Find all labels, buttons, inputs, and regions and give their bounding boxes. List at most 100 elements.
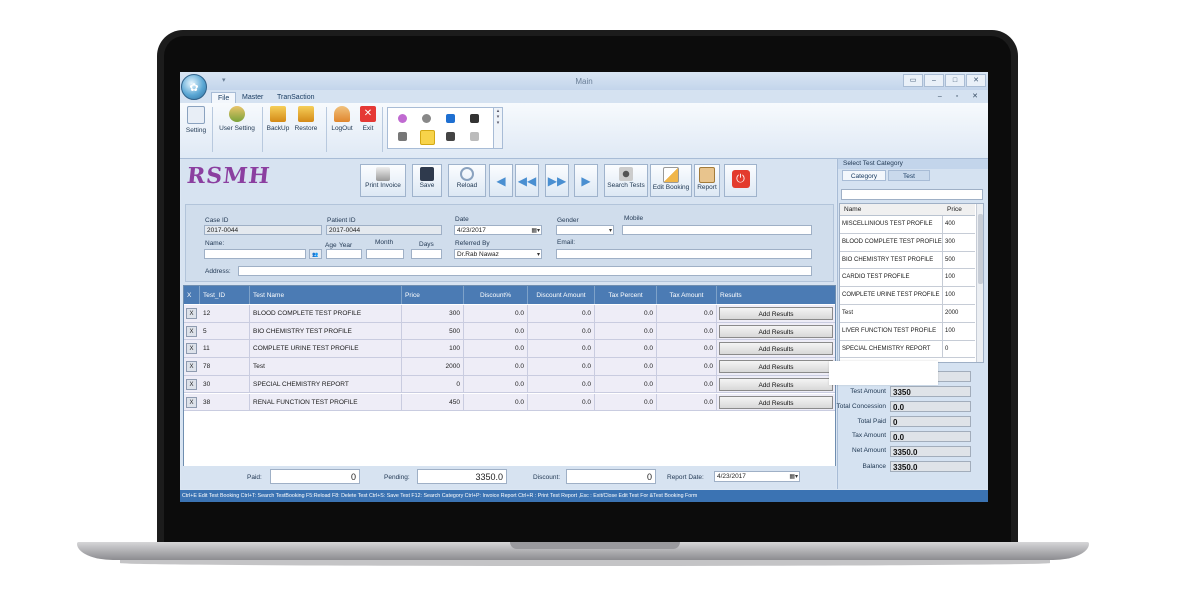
remove-row-button[interactable]: X	[186, 361, 197, 373]
reload-button[interactable]: Reload	[448, 164, 486, 197]
theme-swatch-icon[interactable]	[470, 114, 479, 123]
add-results-button[interactable]: Add Results	[719, 307, 833, 320]
category-header-name[interactable]: Name	[844, 204, 861, 215]
cell-disc-pct[interactable]: 0.0	[464, 358, 528, 376]
cell-disc-amt[interactable]: 0.0	[528, 340, 595, 358]
name-search-icon[interactable]: 👥	[309, 249, 322, 259]
grid-header-discount-pct[interactable]: Discount%	[464, 286, 528, 304]
category-list-item[interactable]: LIVER FUNCTION TEST PROFILE 100	[840, 322, 975, 341]
report-button[interactable]: Report	[694, 164, 720, 197]
tab-category[interactable]: Category	[842, 170, 886, 181]
cell-disc-pct[interactable]: 0.0	[464, 305, 528, 322]
cell-tax-pct[interactable]: 0.0	[595, 393, 657, 411]
remove-row-button[interactable]: X	[186, 396, 197, 408]
add-results-button[interactable]: Add Results	[719, 377, 833, 391]
cell-tax-amt[interactable]: 0.0	[657, 340, 717, 358]
discount-field[interactable]: 0	[566, 469, 656, 484]
next-record-icon[interactable]: ▶▶	[545, 164, 569, 197]
restore-button[interactable]: Restore	[292, 106, 320, 132]
paid-field[interactable]: 0	[270, 469, 360, 484]
previous-record-icon[interactable]: ◀◀	[515, 164, 539, 197]
mobile-field[interactable]	[622, 225, 812, 235]
gender-select[interactable]: ▾	[556, 225, 614, 235]
theme-swatch-icon[interactable]	[398, 132, 407, 141]
cell-price[interactable]: 100	[402, 340, 464, 358]
address-field[interactable]	[238, 266, 812, 276]
category-list-item[interactable]: CARDIO TEST PROFILE 100	[840, 269, 975, 288]
cell-tax-amt[interactable]: 0.0	[657, 322, 717, 340]
category-list-item[interactable]: BLOOD COMPLETE TEST PROFILE 300	[840, 233, 975, 252]
category-list-item[interactable]: SPECIAL CHEMISTRY REPORT 0	[840, 340, 975, 359]
mdi-controls[interactable]: – ▫ ✕	[938, 92, 984, 100]
table-row[interactable]: X 12 BLOOD COMPLETE TEST PROFILE 300 0.0 0.0 0…	[184, 305, 835, 323]
gallery-scroll[interactable]: ▴ ▾ ▾	[493, 107, 503, 149]
theme-swatch-icon[interactable]	[398, 114, 407, 123]
age-year-field[interactable]	[326, 249, 362, 259]
table-row[interactable]: X 30 SPECIAL CHEMISTRY REPORT 0 0.0 0.0 0.0 0.0…	[184, 375, 835, 394]
grid-header-test-name[interactable]: Test Name	[250, 286, 402, 304]
grid-header-discount-amount[interactable]: Discount Amount	[528, 286, 595, 304]
category-header-price[interactable]: Price	[947, 204, 962, 215]
tab-master[interactable]: Master	[236, 92, 269, 103]
save-button[interactable]: Save	[412, 164, 442, 197]
close-icon[interactable]: ✕	[966, 74, 986, 87]
calendar-icon[interactable]: ▦▾	[531, 226, 540, 236]
add-results-button[interactable]: Add Results	[719, 395, 833, 409]
cell-tax-amt[interactable]: 0.0	[657, 393, 717, 411]
cell-disc-amt[interactable]: 0.0	[528, 305, 595, 322]
cell-disc-amt[interactable]: 0.0	[528, 393, 595, 411]
theme-gallery[interactable]	[387, 107, 494, 149]
cell-tax-pct[interactable]: 0.0	[595, 358, 657, 376]
cell-tax-pct[interactable]: 0.0	[595, 322, 657, 340]
cell-disc-pct[interactable]: 0.0	[464, 322, 528, 340]
cell-tax-pct[interactable]: 0.0	[595, 375, 657, 393]
table-row[interactable]: X 38 RENAL FUNCTION TEST PROFILE 450 0.0 0.0 0…	[184, 393, 835, 412]
grid-header-tax-percent[interactable]: Tax Percent	[595, 286, 657, 304]
cell-price[interactable]: 0	[402, 375, 464, 393]
cell-tax-amt[interactable]: 0.0	[657, 375, 717, 393]
cell-disc-pct[interactable]: 0.0	[464, 340, 528, 358]
exit-button[interactable]: ✕ Exit	[358, 106, 378, 132]
report-date-picker[interactable]: 4/23/2017 ▦▾	[714, 471, 800, 482]
email-field[interactable]	[556, 249, 812, 259]
tab-test[interactable]: Test	[888, 170, 930, 181]
cell-test-id[interactable]: 5	[200, 322, 250, 340]
cell-name[interactable]: RENAL FUNCTION TEST PROFILE	[250, 393, 402, 411]
grid-header-tax-amount[interactable]: Tax Amount	[657, 286, 717, 304]
grid-header-test-id[interactable]: Test_ID	[200, 286, 250, 304]
cell-name[interactable]: BIO CHEMISTRY TEST PROFILE	[250, 322, 402, 340]
add-results-button[interactable]: Add Results	[719, 324, 833, 338]
add-results-button[interactable]: Add Results	[719, 360, 833, 374]
search-tests-button[interactable]: Search Tests	[604, 164, 648, 197]
logout-button[interactable]: LogOut	[329, 106, 355, 132]
power-button[interactable]: ⏻	[724, 164, 757, 197]
add-results-button[interactable]: Add Results	[719, 342, 833, 356]
maximize-icon[interactable]: □	[945, 74, 965, 87]
cell-name[interactable]: BLOOD COMPLETE TEST PROFILE	[250, 305, 402, 322]
minimize-icon[interactable]: –	[924, 74, 944, 87]
category-scrollbar[interactable]	[976, 204, 983, 362]
age-days-field[interactable]	[411, 249, 442, 259]
user-setting-button[interactable]: User Setting	[217, 106, 257, 132]
first-record-icon[interactable]: ◀	[489, 164, 513, 197]
category-list-item[interactable]: COMPLETE URINE TEST PROFILE 100	[840, 287, 975, 305]
age-month-field[interactable]	[366, 249, 404, 259]
restore-icon[interactable]: ▭	[903, 74, 923, 87]
category-search-input[interactable]	[841, 189, 983, 200]
theme-swatch-icon[interactable]	[422, 114, 431, 123]
scroll-thumb[interactable]	[978, 214, 983, 284]
cell-test-id[interactable]: 78	[200, 358, 250, 376]
remove-row-button[interactable]: X	[186, 325, 197, 337]
cell-price[interactable]: 300	[402, 305, 464, 322]
cell-name[interactable]: COMPLETE URINE TEST PROFILE	[250, 340, 402, 358]
remove-row-button[interactable]: X	[186, 378, 197, 390]
grid-header-price[interactable]: Price	[402, 286, 464, 304]
category-list-item[interactable]: MISCELLINIOUS TEST PROFILE 400	[840, 216, 975, 234]
calendar-icon[interactable]: ▦▾	[789, 472, 798, 482]
cell-price[interactable]: 2000	[402, 358, 464, 376]
cell-name[interactable]: Test	[250, 358, 402, 376]
cell-test-id[interactable]: 38	[200, 393, 250, 411]
cell-name[interactable]: SPECIAL CHEMISTRY REPORT	[250, 375, 402, 393]
cell-disc-amt[interactable]: 0.0	[528, 375, 595, 393]
category-list-item[interactable]: BIO CHEMISTRY TEST PROFILE 500	[840, 251, 975, 270]
